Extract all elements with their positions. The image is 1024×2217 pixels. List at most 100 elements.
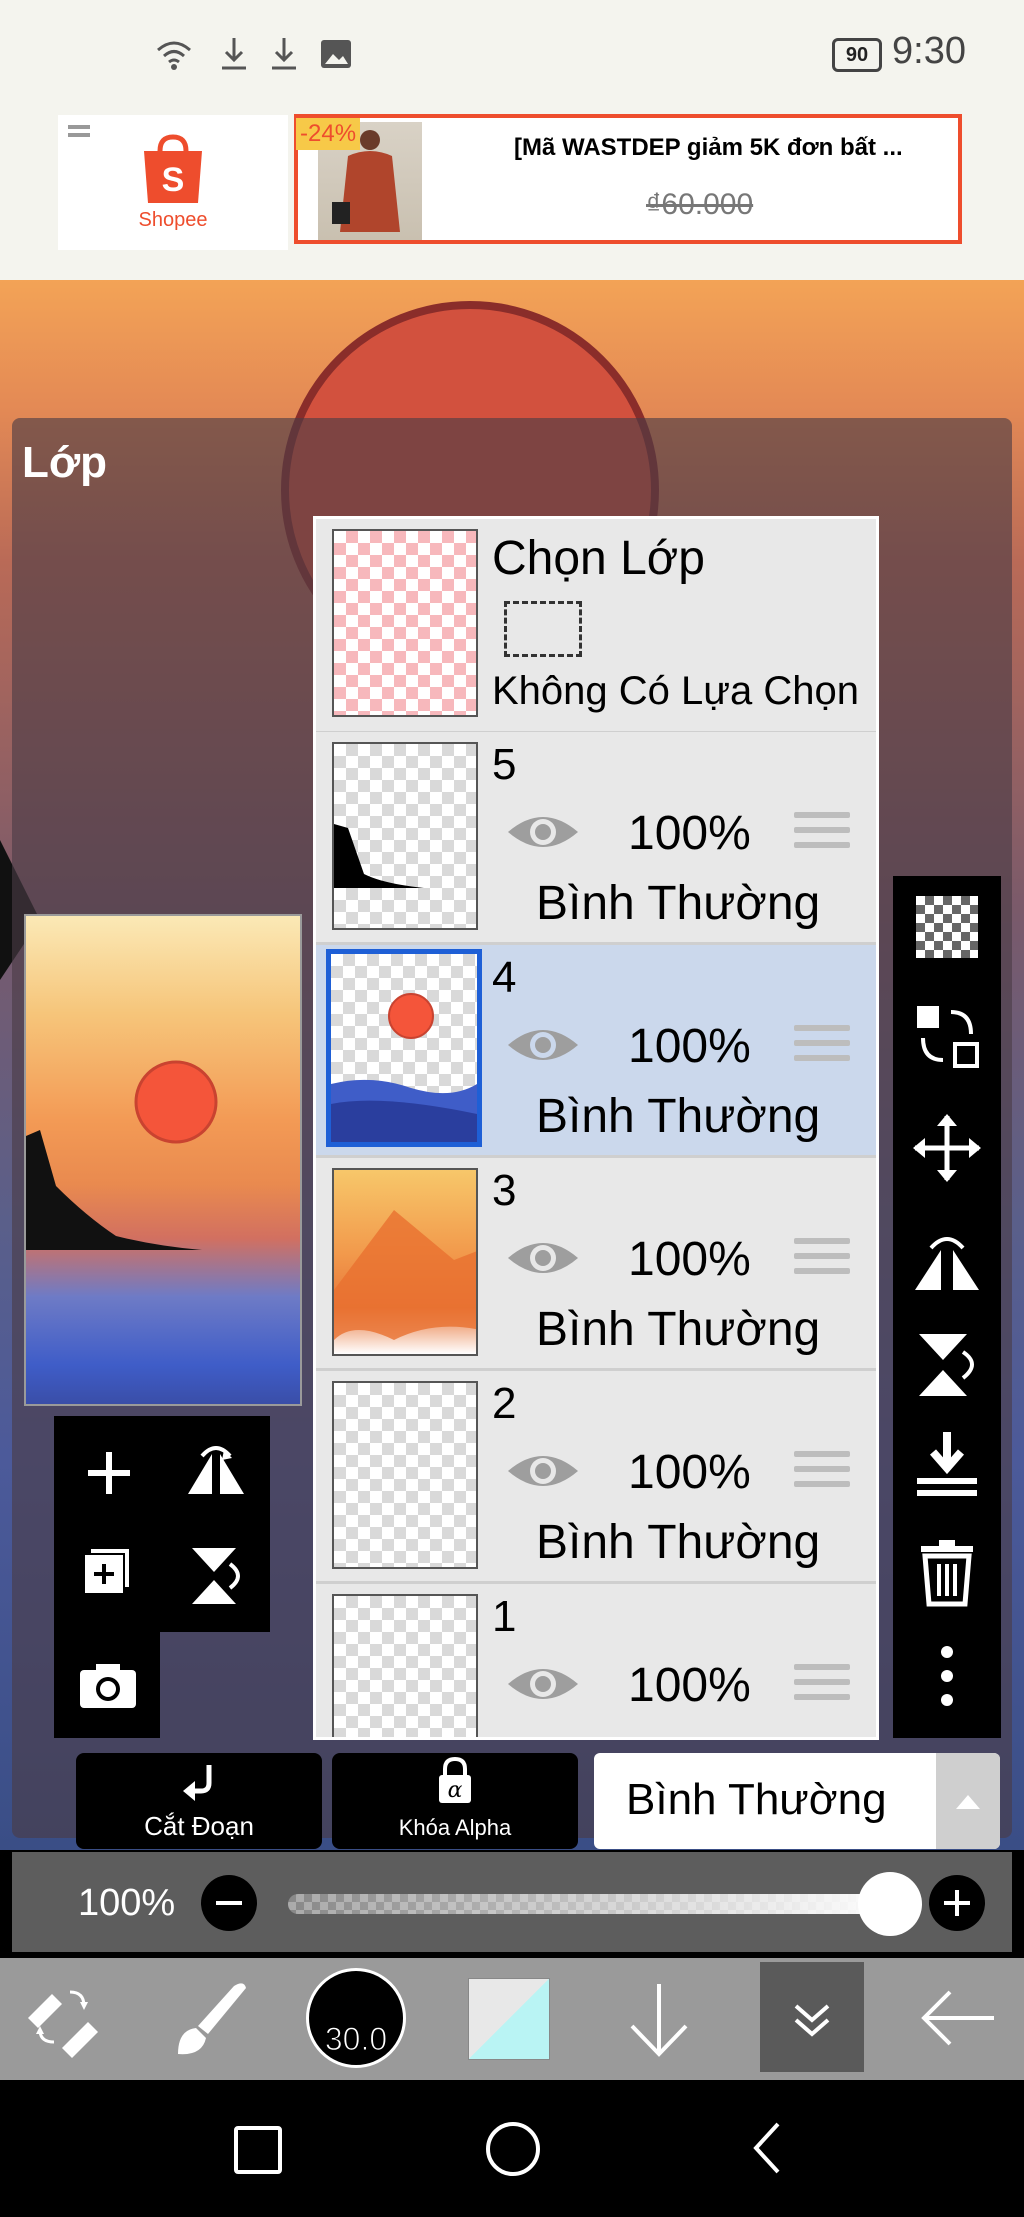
layer-opacity: 100% bbox=[628, 1233, 751, 1286]
recent-apps-button[interactable] bbox=[234, 2126, 282, 2174]
ad-banner[interactable]: S Shopee -24% [Mã WASTDEP giảm 5K đơn bấ… bbox=[0, 110, 1024, 280]
double-chevron-down-icon bbox=[794, 2004, 830, 2037]
clip-button[interactable]: Cắt Đoạn bbox=[76, 1753, 322, 1849]
opacity-slider[interactable] bbox=[288, 1872, 922, 1936]
visibility-eye-icon[interactable] bbox=[506, 1662, 580, 1706]
back-arrow-icon[interactable] bbox=[918, 1982, 998, 2054]
opacity-slider-row: 100% bbox=[12, 1852, 1012, 1952]
camera-icon[interactable] bbox=[78, 1660, 138, 1710]
visibility-eye-icon[interactable] bbox=[506, 1449, 580, 1493]
layer-thumbnail bbox=[332, 742, 478, 930]
right-toolbar bbox=[893, 876, 1001, 1738]
bottom-toolbar: 30.0 bbox=[0, 1958, 1024, 2080]
flip-horizontal-icon[interactable] bbox=[184, 1440, 248, 1504]
opacity-value: 100% bbox=[78, 1882, 176, 1924]
opacity-slider-thumb[interactable] bbox=[858, 1872, 922, 1936]
selection-marquee-icon bbox=[504, 601, 582, 657]
home-button[interactable] bbox=[486, 2122, 540, 2176]
trash-icon[interactable] bbox=[911, 1536, 983, 1608]
drag-handle-icon[interactable] bbox=[794, 1025, 850, 1069]
layer-blend-mode: Bình Thường bbox=[536, 1303, 821, 1356]
svg-text:S: S bbox=[162, 161, 185, 199]
decrease-opacity-button[interactable] bbox=[200, 1874, 258, 1932]
move-layer-content-icon[interactable] bbox=[911, 1000, 983, 1072]
brush-size-button[interactable]: 30.0 bbox=[306, 1968, 406, 2068]
selection-title: Chọn Lớp bbox=[492, 532, 705, 585]
layer-row[interactable]: 5 100% Bình Thường bbox=[316, 732, 876, 945]
download-icon bbox=[272, 38, 296, 70]
system-nav-bar bbox=[0, 2080, 1024, 2217]
canvas-preview[interactable] bbox=[24, 914, 302, 1406]
drag-handle-icon[interactable] bbox=[794, 812, 850, 856]
layer-thumbnail bbox=[332, 1594, 478, 1737]
clock: 9:30 bbox=[892, 30, 966, 72]
blend-mode-dropdown-arrow[interactable] bbox=[936, 1753, 1000, 1849]
discount-badge: -24% bbox=[296, 118, 361, 150]
product-price: ₫60.000 bbox=[646, 188, 754, 221]
lock-icon: α bbox=[439, 1757, 471, 1803]
flip-vertical-icon[interactable] bbox=[911, 1328, 983, 1400]
battery-indicator: 90 bbox=[832, 38, 882, 72]
duplicate-layer-icon[interactable] bbox=[80, 1544, 136, 1600]
layer-list[interactable]: Chọn Lớp Không Có Lựa Chọn 5 100% Bình T… bbox=[313, 516, 879, 1740]
selection-layer-row[interactable]: Chọn Lớp Không Có Lựa Chọn bbox=[316, 519, 876, 734]
alpha-lock-button[interactable]: α Khóa Alpha bbox=[332, 1753, 578, 1849]
layer-thumbnail bbox=[332, 1168, 478, 1356]
layers-button-active[interactable] bbox=[760, 1962, 864, 2072]
layer-number: 1 bbox=[492, 1592, 517, 1641]
ad-product-card[interactable]: -24% [Mã WASTDEP giảm 5K đơn bất ... ₫60… bbox=[294, 114, 962, 244]
brush-size-value: 30.0 bbox=[324, 2021, 388, 2058]
product-title: [Mã WASTDEP giảm 5K đơn bất ... bbox=[514, 134, 903, 161]
layer-number: 4 bbox=[492, 953, 517, 1002]
layer-thumbnail bbox=[332, 1381, 478, 1569]
visibility-eye-icon[interactable] bbox=[506, 1023, 580, 1067]
flip-horizontal-icon[interactable] bbox=[911, 1226, 983, 1298]
layer-blend-mode: Bình Thường bbox=[536, 1516, 821, 1569]
arrow-down-icon[interactable] bbox=[624, 1978, 694, 2058]
panel-title: Lớp bbox=[22, 438, 108, 487]
visibility-eye-icon[interactable] bbox=[506, 810, 580, 854]
layer-row-selected[interactable]: 4 100% Bình Thường bbox=[316, 945, 876, 1158]
wifi-icon bbox=[157, 41, 191, 70]
status-bar: 90 9:30 bbox=[0, 0, 1024, 110]
image-icon bbox=[321, 40, 351, 68]
layer-opacity: 100% bbox=[628, 1446, 751, 1499]
chevron-up-icon bbox=[956, 1795, 980, 1809]
layer-blend-mode: Bình Thường bbox=[536, 1090, 821, 1143]
download-icon bbox=[222, 38, 246, 70]
svg-text:α: α bbox=[448, 1778, 463, 1803]
color-swatch[interactable] bbox=[468, 1978, 550, 2060]
drag-handle-icon[interactable] bbox=[794, 1664, 850, 1708]
selection-status: Không Có Lựa Chọn bbox=[492, 669, 860, 713]
layer-opacity: 100% bbox=[628, 1659, 751, 1712]
blend-mode-value: Bình Thường bbox=[626, 1775, 887, 1824]
visibility-eye-icon[interactable] bbox=[506, 1236, 580, 1280]
layer-number: 3 bbox=[492, 1166, 517, 1215]
merge-down-icon[interactable] bbox=[911, 1428, 983, 1500]
layer-row[interactable]: 3 100% Bình Thường bbox=[316, 1158, 876, 1371]
layer-blend-mode: Bình Thường bbox=[536, 877, 821, 930]
drag-handle-icon[interactable] bbox=[794, 1238, 850, 1282]
more-options-icon[interactable] bbox=[911, 1640, 983, 1712]
layer-number: 2 bbox=[492, 1379, 517, 1428]
tool-switch-icon[interactable] bbox=[22, 1978, 104, 2058]
shopee-bag-icon: S bbox=[144, 134, 202, 203]
layer-opacity: 100% bbox=[628, 1020, 751, 1073]
flip-vertical-icon[interactable] bbox=[184, 1544, 248, 1608]
layer-number: 5 bbox=[492, 740, 517, 789]
drag-handle-icon[interactable] bbox=[794, 1451, 850, 1495]
ad-brand-name: Shopee bbox=[138, 209, 208, 231]
clip-label: Cắt Đoạn bbox=[144, 1811, 254, 1841]
alpha-lock-label: Khóa Alpha bbox=[398, 1815, 512, 1840]
layer-row[interactable]: 2 100% Bình Thường bbox=[316, 1371, 876, 1584]
add-layer-icon[interactable] bbox=[82, 1446, 136, 1500]
back-nav-icon[interactable] bbox=[748, 2120, 784, 2176]
move-icon[interactable] bbox=[911, 1112, 983, 1184]
ad-logo-card[interactable]: S Shopee bbox=[58, 115, 288, 250]
blend-mode-select[interactable]: Bình Thường bbox=[594, 1753, 1000, 1849]
brush-icon[interactable] bbox=[168, 1980, 250, 2060]
layer-thumbnail bbox=[326, 949, 482, 1147]
increase-opacity-button[interactable] bbox=[928, 1874, 986, 1932]
transparency-icon[interactable] bbox=[916, 896, 978, 958]
layer-row[interactable]: 1 100% bbox=[316, 1584, 876, 1737]
